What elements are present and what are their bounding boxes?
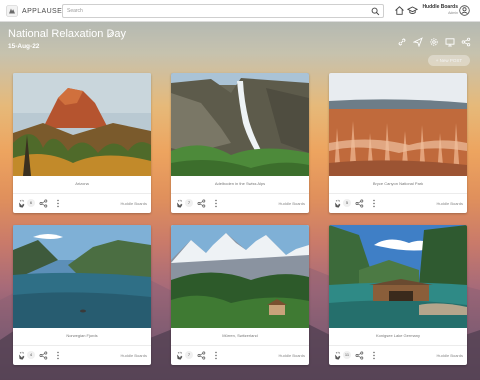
user-name: Huddle Boards xyxy=(422,4,458,10)
applause-icon[interactable] xyxy=(175,351,184,360)
applause-count: 5 xyxy=(343,199,351,207)
share-icon[interactable] xyxy=(461,37,471,47)
post-caption: Adelboden in the Swiss Alps xyxy=(214,181,266,186)
link-icon[interactable] xyxy=(397,37,407,47)
applause-logo-icon xyxy=(6,5,18,17)
new-post-button[interactable]: + New POST xyxy=(428,55,470,66)
post-photo[interactable] xyxy=(329,225,467,328)
more-options-icon[interactable] xyxy=(372,351,376,360)
post-author: Huddle Boards xyxy=(436,201,463,206)
applause-icon[interactable] xyxy=(17,351,26,360)
post-photo[interactable] xyxy=(329,73,467,176)
applause-count: 4 xyxy=(27,351,35,359)
edit-title-icon[interactable] xyxy=(107,31,114,38)
card-footer: 11 Huddle Boards xyxy=(329,346,467,365)
user-info[interactable]: Huddle Boards Admin xyxy=(418,4,458,16)
applause-icon[interactable] xyxy=(17,199,26,208)
more-options-icon[interactable] xyxy=(56,199,60,208)
post-author: Huddle Boards xyxy=(436,353,463,358)
post-card[interactable]: Bryce Canyon National Park 5 Huddle Boar… xyxy=(329,73,467,213)
applause-count: 11 xyxy=(343,351,351,359)
share-icon[interactable] xyxy=(197,199,206,208)
post-card[interactable]: Mürren, Switzerland 7 Huddle Boards xyxy=(171,225,309,365)
card-footer: 6 Huddle Boards xyxy=(13,194,151,213)
post-caption: Konigsee Lake Germany xyxy=(375,333,421,338)
brand[interactable]: APPLAUSE xyxy=(6,4,62,18)
post-card[interactable]: Arizona 6 Huddle Boards xyxy=(13,73,151,213)
more-options-icon[interactable] xyxy=(214,199,218,208)
search-input[interactable] xyxy=(67,6,357,16)
user-role: Admin xyxy=(448,11,458,15)
post-author: Huddle Boards xyxy=(120,201,147,206)
share-icon[interactable] xyxy=(39,351,48,360)
card-footer: 7 Huddle Boards xyxy=(171,194,309,213)
more-options-icon[interactable] xyxy=(56,351,60,360)
share-icon[interactable] xyxy=(355,351,364,360)
post-photo[interactable] xyxy=(13,225,151,328)
board-date: 15-Aug-22 xyxy=(8,43,40,50)
graduation-cap-icon[interactable] xyxy=(407,5,418,16)
top-bar: APPLAUSE Huddle Boards Admin xyxy=(0,0,480,22)
more-options-icon[interactable] xyxy=(372,199,376,208)
brand-name: APPLAUSE xyxy=(22,7,63,15)
post-card[interactable]: Adelboden in the Swiss Alps 7 Huddle Boa… xyxy=(171,73,309,213)
home-icon[interactable] xyxy=(394,5,405,16)
user-avatar-icon[interactable] xyxy=(459,5,470,16)
post-caption: Bryce Canyon National Park xyxy=(372,181,424,186)
post-photo[interactable] xyxy=(171,225,309,328)
post-caption: Arizona xyxy=(75,181,89,186)
card-footer: 7 Huddle Boards xyxy=(171,346,309,365)
post-author: Huddle Boards xyxy=(120,353,147,358)
applause-count: 7 xyxy=(185,351,193,359)
post-photo[interactable] xyxy=(171,73,309,176)
more-options-icon[interactable] xyxy=(214,351,218,360)
applause-icon[interactable] xyxy=(333,199,342,208)
post-card[interactable]: Konigsee Lake Germany 11 Huddle Boards xyxy=(329,225,467,365)
applause-count: 6 xyxy=(27,199,35,207)
post-card[interactable]: Norwegian Fjords 4 Huddle Boards xyxy=(13,225,151,365)
search-box[interactable] xyxy=(62,4,384,18)
applause-icon[interactable] xyxy=(175,199,184,208)
post-photo[interactable] xyxy=(13,73,151,176)
present-screen-icon[interactable] xyxy=(445,37,455,47)
settings-gear-icon[interactable] xyxy=(429,37,439,47)
post-caption: Norwegian Fjords xyxy=(66,333,98,338)
applause-icon[interactable] xyxy=(333,351,342,360)
search-icon[interactable] xyxy=(371,7,380,16)
post-author: Huddle Boards xyxy=(278,201,305,206)
card-footer: 5 Huddle Boards xyxy=(329,194,467,213)
share-icon[interactable] xyxy=(197,351,206,360)
card-footer: 4 Huddle Boards xyxy=(13,346,151,365)
post-author: Huddle Boards xyxy=(278,353,305,358)
share-icon[interactable] xyxy=(39,199,48,208)
post-caption: Mürren, Switzerland xyxy=(222,333,258,338)
share-icon[interactable] xyxy=(355,199,364,208)
applause-count: 7 xyxy=(185,199,193,207)
send-icon[interactable] xyxy=(413,37,423,47)
